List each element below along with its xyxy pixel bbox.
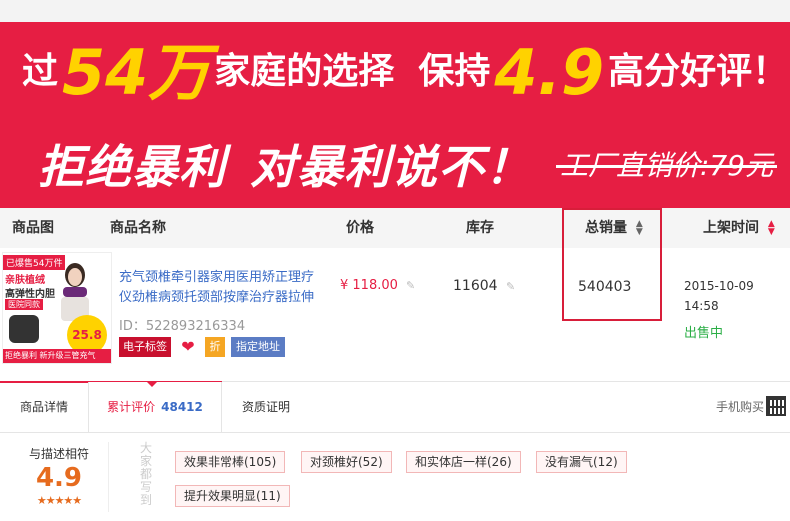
review-tag[interactable]: 效果非常棒(105): [175, 451, 286, 473]
price-cell: ¥ 118.00 ✎: [340, 278, 415, 293]
rating-label: 与描述相符: [28, 447, 89, 461]
banner-text: 保持: [418, 51, 491, 92]
promo-banner: 过 54万 家庭的选择 保持 4.9 高分好评！ 拒绝暴利 对暴利说不！ 工厂直…: [0, 0, 790, 208]
detail-tabs: 商品详情 累计评价 48412 资质证明 手机购买: [0, 381, 790, 433]
banner-number: 54万: [62, 36, 211, 109]
star-rating-icon: ★★★★★: [36, 494, 82, 507]
pump-image: [9, 315, 39, 343]
banner-text: 过: [22, 51, 59, 92]
rating-score: 4.9: [35, 463, 83, 493]
sales-value: 540403: [578, 279, 632, 295]
table-row: 已爆售54万件 亲肤植绒 高弹性内胆 医院同款 25.8 拒绝暴利 新升级三管充…: [0, 208, 790, 368]
slogan-a: 拒绝暴利: [38, 140, 226, 194]
table-header: 商品图 商品名称 价格 库存 总销量 ▲ ▼ 上架时间 ▲ ▼: [0, 208, 790, 248]
review-count: 48412: [161, 400, 203, 414]
status-badge: 出售中: [684, 326, 724, 341]
thumb-tag: 医院同款: [5, 299, 43, 310]
col-name: 商品名称: [110, 220, 166, 236]
sales-highlight-box: [562, 208, 662, 321]
col-price: 价格: [346, 220, 374, 236]
review-tag[interactable]: 对颈椎好(52): [301, 451, 392, 473]
model-image: [61, 263, 89, 321]
product-thumbnail[interactable]: 已爆售54万件 亲肤植绒 高弹性内胆 医院同款 25.8 拒绝暴利 新升级三管充…: [2, 252, 112, 364]
slogan-b: 对暴利说不！: [250, 140, 532, 194]
thumb-footer: 拒绝暴利 新升级三管充气: [3, 349, 111, 363]
product-id: ID：522893216334: [119, 319, 246, 334]
col-stock: 库存: [466, 220, 494, 236]
pencil-icon[interactable]: ✎: [506, 280, 515, 293]
review-tag[interactable]: 提升效果明显(11): [175, 485, 290, 507]
strikethrough-price: 工厂直销价:79元: [556, 144, 778, 184]
review-tag[interactable]: 没有漏气(12): [536, 451, 627, 473]
divider: [108, 442, 109, 512]
review-tag[interactable]: 和实体店一样(26): [406, 451, 521, 473]
qr-code-icon[interactable]: [766, 396, 786, 416]
e-label-badge[interactable]: 电子标签: [119, 337, 171, 357]
thumb-tag: 高弹性内胆: [5, 289, 55, 300]
tab-pointer: [146, 381, 158, 387]
banner-slogan: 拒绝暴利 对暴利说不！ 工厂直销价:79元: [38, 134, 778, 194]
rating-summary: 与描述相符 4.9 ★★★★★: [24, 445, 94, 507]
tab-certification[interactable]: 资质证明: [242, 382, 290, 432]
stock-cell: 11604 ✎: [453, 278, 515, 294]
col-image: 商品图: [12, 220, 54, 236]
listing-date: 2015-10-09 14:58: [684, 279, 754, 313]
banner-score: 4.9: [494, 36, 605, 109]
discount-badge[interactable]: 折: [205, 337, 225, 357]
review-caption: 大家都写到: [140, 441, 153, 507]
banner-text: 家庭的选择: [214, 51, 395, 92]
pencil-icon[interactable]: ✎: [406, 279, 415, 292]
tab-details[interactable]: 商品详情: [20, 382, 68, 432]
address-badge[interactable]: 指定地址: [231, 337, 285, 357]
heart-icon[interactable]: ❤: [177, 337, 199, 357]
thumb-tag: 亲肤植绒: [5, 275, 45, 286]
banner-headline: 过 54万 家庭的选择 保持 4.9 高分好评！: [22, 28, 788, 104]
page: 过 54万 家庭的选择 保持 4.9 高分好评！ 拒绝暴利 对暴利说不！ 工厂直…: [0, 0, 790, 521]
product-badges: 电子标签 ❤ 折 指定地址: [119, 337, 285, 357]
tab-reviews-label: 累计评价: [107, 400, 156, 414]
banner-text: 高分好评！: [608, 51, 789, 92]
banner-top-strip: [0, 0, 790, 22]
tab-reviews[interactable]: 累计评价 48412: [88, 382, 222, 432]
col-date[interactable]: 上架时间 ▲ ▼: [703, 208, 775, 248]
col-date-label: 上架时间: [703, 220, 759, 236]
product-name-link[interactable]: 充气颈椎牵引器家用医用矫正理疗仪劲椎病颈托颈部按摩治疗器拉伸: [119, 268, 324, 308]
stock-value: 11604: [453, 278, 498, 294]
mobile-buy[interactable]: 手机购买: [716, 382, 764, 432]
price-value: ¥ 118.00: [340, 278, 398, 293]
sort-icon[interactable]: ▲ ▼: [768, 220, 775, 237]
